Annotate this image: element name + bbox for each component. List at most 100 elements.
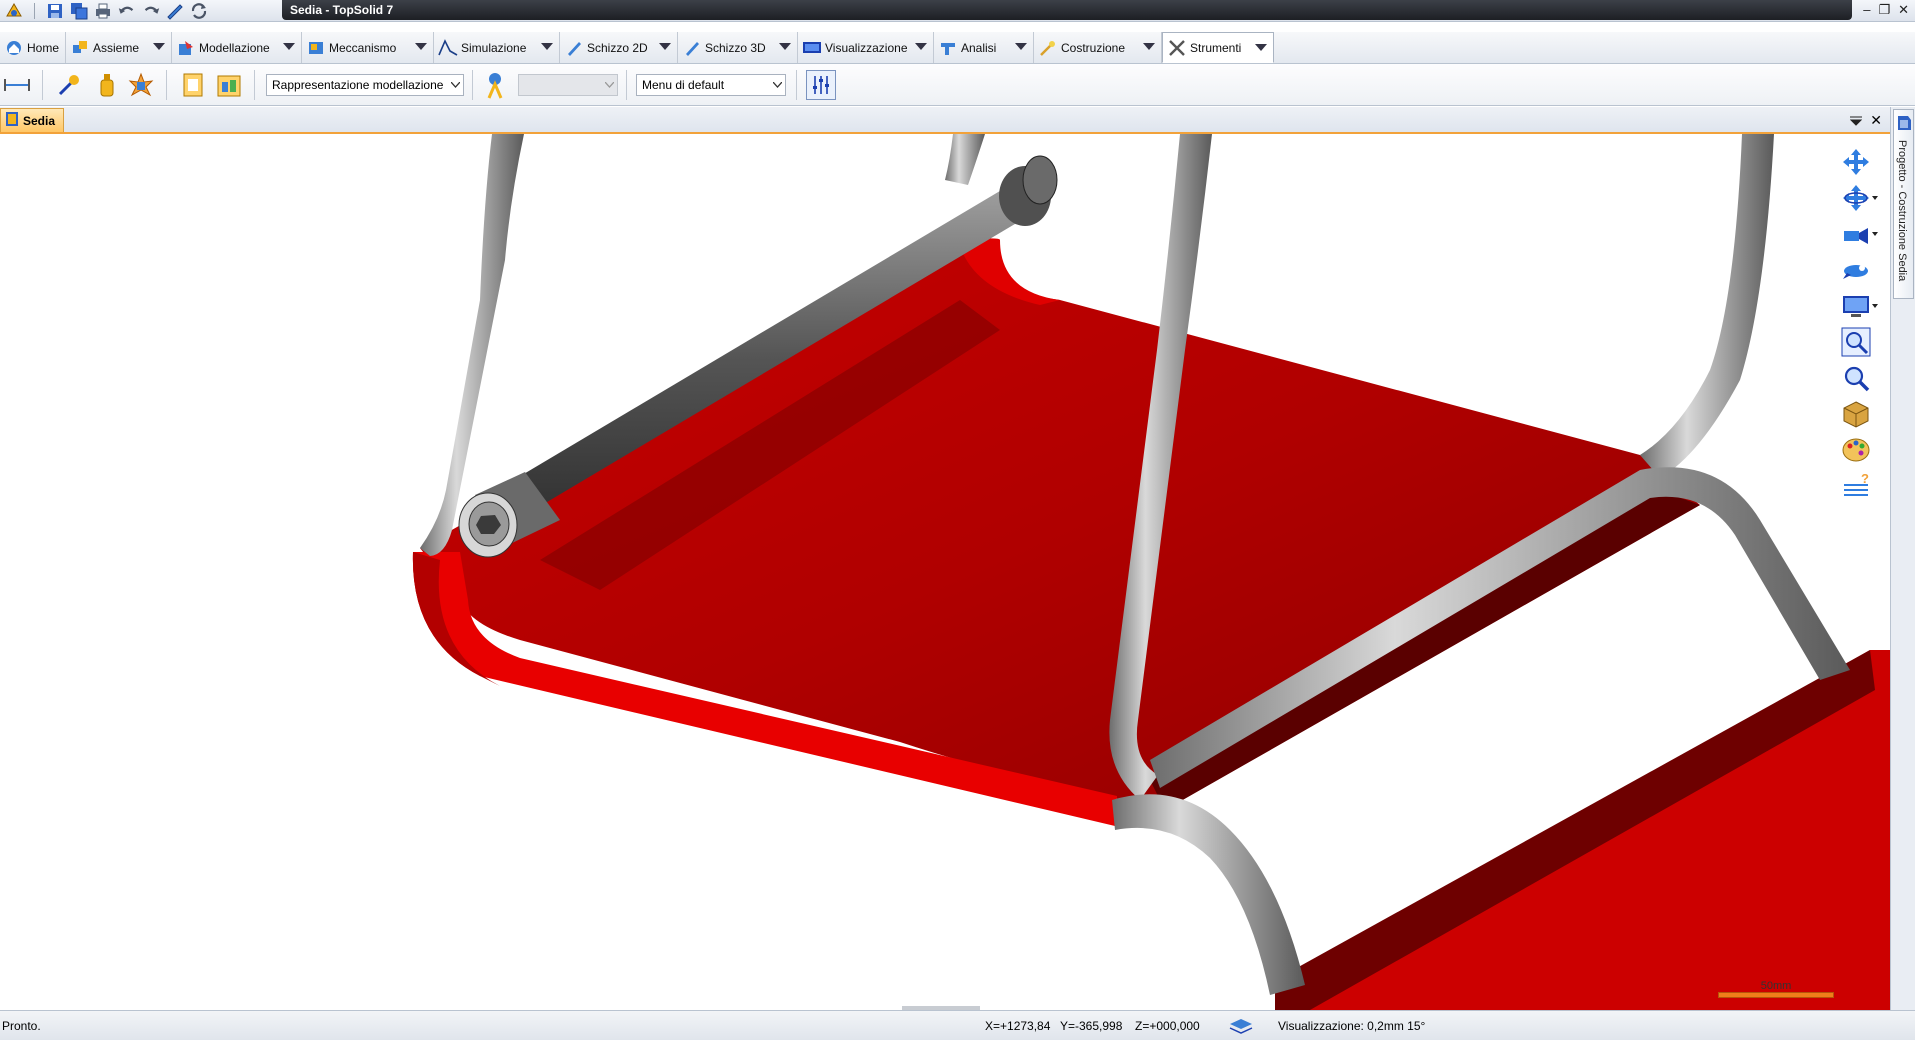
tab-meccanismo[interactable]: Meccanismo [302, 32, 434, 63]
redo-icon[interactable] [141, 1, 161, 21]
chevron-down-icon[interactable] [659, 43, 671, 50]
chevron-down-icon[interactable] [769, 75, 785, 95]
minimize-icon[interactable]: – [1863, 2, 1870, 18]
analysis-icon [938, 38, 958, 58]
chevron-down-icon[interactable] [283, 43, 295, 50]
lower-front-leg [1112, 794, 1305, 995]
refresh-icon[interactable] [189, 1, 209, 21]
undo-icon[interactable] [117, 1, 137, 21]
sketch-3d-icon [682, 38, 702, 58]
screen-icon[interactable] [1836, 288, 1878, 324]
dropdown-icon[interactable] [1850, 113, 1863, 129]
tab-strumenti[interactable]: Strumenti [1162, 32, 1274, 63]
palette-icon[interactable] [1836, 432, 1876, 468]
rotate-icon[interactable] [1836, 180, 1878, 216]
chevron-down-icon[interactable] [447, 75, 463, 95]
chevron-down-icon[interactable] [779, 43, 791, 50]
pan-icon[interactable] [1836, 144, 1876, 180]
close-icon[interactable]: ✕ [1898, 2, 1909, 18]
y-coordinate: Y=-365,998 [1060, 1019, 1123, 1033]
zoom-icon[interactable] [1836, 360, 1876, 396]
save-icon[interactable] [45, 1, 65, 21]
chevron-down-icon[interactable] [1143, 43, 1155, 50]
scale-bar-line [1718, 992, 1834, 998]
disabled-select [518, 74, 618, 96]
home-icon [4, 38, 24, 58]
save-all-icon[interactable] [69, 1, 89, 21]
tab-simulazione[interactable]: Simulazione [434, 32, 560, 63]
status-text: Pronto. [2, 1019, 41, 1033]
chevron-down-icon[interactable] [915, 43, 927, 50]
document-tab-sedia[interactable]: Sedia [0, 108, 64, 132]
tab-assieme[interactable]: Assieme [66, 32, 172, 63]
pen-icon[interactable] [165, 1, 185, 21]
project-icon [1896, 114, 1912, 135]
help-layers-icon[interactable]: ? [1836, 468, 1876, 504]
title-bar: Sedia - TopSolid 7 – ❐ ✕ [0, 0, 1915, 22]
close-icon[interactable]: ✕ [1870, 112, 1882, 129]
tab-schizzo-3d[interactable]: Schizzo 3D [678, 32, 798, 63]
z-coordinate: Z=+000,000 [1135, 1019, 1200, 1033]
zoom-window-icon[interactable] [1836, 324, 1876, 360]
attribute-icon[interactable] [54, 70, 84, 100]
construction-icon [1038, 38, 1058, 58]
x-coordinate: X=+1273,84 [985, 1019, 1051, 1033]
tools-icon [1167, 38, 1187, 58]
assembly-icon [70, 38, 90, 58]
document-tabs: Sedia ✕ [0, 107, 1890, 134]
tab-costruzione[interactable]: Costruzione [1034, 32, 1162, 63]
chevron-down-icon[interactable] [153, 43, 165, 50]
window-title: Sedia - TopSolid 7 [282, 0, 1852, 20]
separator [166, 70, 167, 100]
wizard-icon[interactable] [480, 70, 510, 100]
document-icon[interactable] [178, 70, 208, 100]
tab-analisi[interactable]: Analisi [934, 32, 1034, 63]
chair-model[interactable] [0, 134, 1890, 1010]
quick-access-toolbar [4, 1, 209, 21]
tab-home[interactable]: Home [0, 32, 66, 63]
3d-viewport[interactable]: ? 50mm [0, 134, 1890, 1010]
separator [42, 70, 43, 100]
chevron-down-icon [601, 75, 617, 95]
separator [626, 70, 627, 100]
simulation-icon [438, 38, 458, 58]
visualization-info: Visualizzazione: 0,2mm 15° [1278, 1019, 1426, 1033]
template-icon[interactable] [214, 70, 244, 100]
tools-toolbar: Rappresentazione modellazione Menu di de… [0, 64, 1915, 106]
menu-select[interactable]: Menu di default [636, 74, 786, 96]
camera-icon[interactable] [1836, 216, 1878, 252]
explode-icon[interactable] [126, 70, 156, 100]
view-tools: ? [1836, 144, 1878, 504]
mechanism-icon [306, 38, 326, 58]
tab-visualizzazione[interactable]: Visualizzazione [798, 32, 934, 63]
tab-modellazione[interactable]: Modellazione [172, 32, 302, 63]
cube-icon[interactable] [1836, 396, 1876, 432]
restore-icon[interactable]: ❐ [1878, 2, 1890, 18]
separator [34, 3, 35, 19]
separator [254, 70, 255, 100]
tab-schizzo-2d[interactable]: Schizzo 2D [560, 32, 678, 63]
project-panel-tab[interactable]: Progetto - Costruzione Sedia [1893, 109, 1914, 299]
document-tab-controls: ✕ [1850, 112, 1882, 129]
bottle-icon[interactable] [92, 70, 122, 100]
measure-icon[interactable] [2, 70, 32, 100]
scale-bar: 50mm [1718, 980, 1834, 998]
print-icon[interactable] [93, 1, 113, 21]
fly-icon[interactable] [1836, 252, 1876, 288]
app-logo-icon[interactable] [4, 1, 24, 21]
chevron-down-icon[interactable] [1255, 44, 1267, 51]
chevron-down-icon[interactable] [541, 43, 553, 50]
ribbon-tabs: Home Assieme Modellazione Meccanismo Sim… [0, 32, 1915, 89]
chevron-down-icon[interactable] [415, 43, 427, 50]
document-icon [5, 111, 19, 130]
modeling-icon [176, 38, 196, 58]
layers-icon[interactable] [1228, 1017, 1254, 1038]
sketch-2d-icon [564, 38, 584, 58]
window-controls: – ❐ ✕ [1863, 2, 1909, 18]
separator [796, 70, 797, 100]
settings-sliders-icon[interactable] [806, 70, 836, 100]
chevron-down-icon[interactable] [1015, 43, 1027, 50]
svg-text:?: ? [1861, 471, 1869, 486]
right-back-leg [1640, 134, 1774, 478]
representation-select[interactable]: Rappresentazione modellazione [266, 74, 464, 96]
